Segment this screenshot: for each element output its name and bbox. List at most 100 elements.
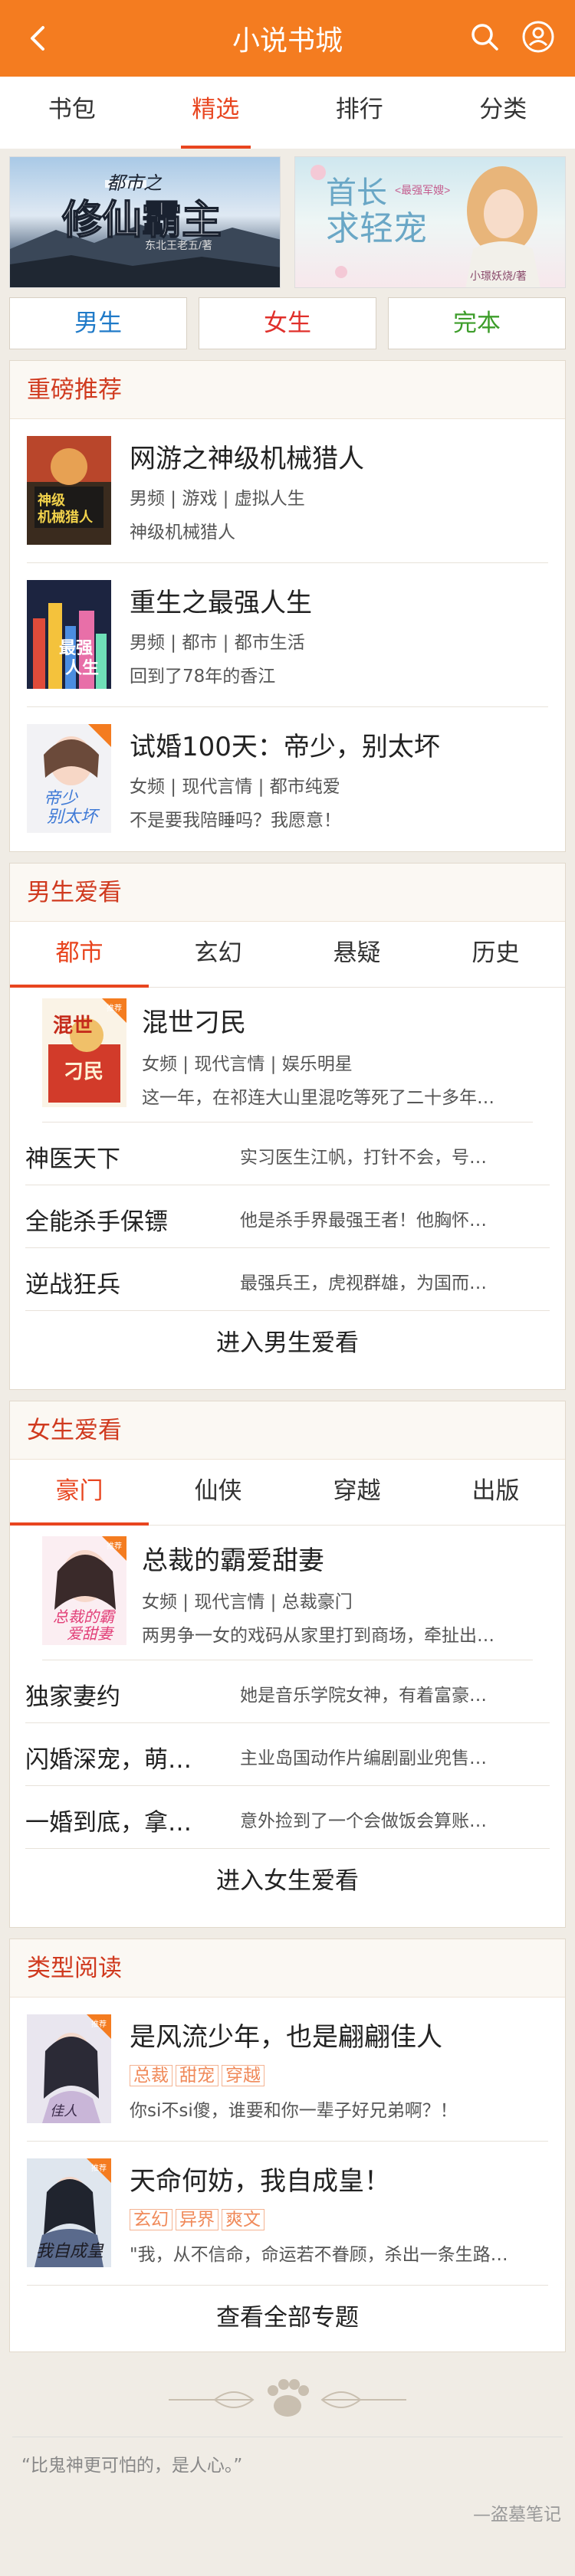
more-male-button[interactable]: 进入男生爱看 (10, 1311, 565, 1375)
recommend-badge: 推荐 (107, 1003, 122, 1013)
book-cover: 总裁的霸 爱甜妻 推荐 (42, 1536, 127, 1645)
book-title: 逆战狂兵 (25, 1271, 120, 1299)
book-tags: 总裁 甜宠 穿越 (130, 2060, 268, 2086)
list-item[interactable]: 全能杀手保镖 他是杀手界最强王者！他胸怀… (25, 1185, 550, 1248)
list-item[interactable]: 逆战狂兵 最强兵王，虎视群雄，为国而… (25, 1248, 550, 1311)
list-item[interactable]: 神级 机械猎人 网游之神级机械猎人 男频 | 游戏 | 虚拟人生 神级机械猎人 (27, 419, 548, 563)
svg-text:爱甜妻: 爱甜妻 (67, 1626, 115, 1643)
tab-dushi[interactable]: 都市 (10, 922, 149, 988)
tag[interactable]: 甜宠 (176, 2065, 219, 2086)
list-item[interactable]: 独家妻约 她是音乐学院女神，有着富豪… (25, 1660, 550, 1723)
book-desc: 最强兵王，虎视群雄，为国而… (240, 1273, 487, 1293)
svg-text:混世: 混世 (53, 1014, 93, 1037)
banner2-author: 小璟妖烧/著 (470, 270, 527, 282)
svg-text:我自成皇: 我自成皇 (36, 2241, 104, 2260)
female-genre-tabs: 豪门 仙侠 穿越 出版 (10, 1460, 565, 1526)
list-item[interactable]: 最强 人生 重生之最强人生 男频 | 都市 | 都市生活 回到了78年的香江 (27, 563, 548, 707)
tab-chuban[interactable]: 出版 (426, 1460, 565, 1525)
svg-text:最强: 最强 (59, 638, 93, 657)
female-section: 女生爱看 豪门 仙侠 穿越 出版 总裁的霸 爱甜妻 推荐 总裁的霸爱甜妻 女频 … (9, 1401, 566, 1928)
tab-featured[interactable]: 精选 (144, 77, 288, 149)
section-title: 类型阅读 (10, 1939, 565, 1998)
book-desc: 回到了78年的香江 (130, 667, 276, 687)
book-cover: 帝少 别太坏 (27, 724, 111, 833)
view-all-topics-button[interactable]: 查看全部专题 (10, 2286, 565, 2350)
svg-text:别太坏: 别太坏 (47, 807, 100, 826)
tab-category[interactable]: 分类 (432, 77, 575, 149)
book-cover: 最强 人生 (27, 580, 111, 689)
tab-xianxia[interactable]: 仙侠 (149, 1460, 288, 1525)
book-desc: 不是要我陪睡吗？我愿意！ (130, 811, 341, 831)
book-desc: 意外捡到了一个会做饭会算账… (240, 1811, 487, 1831)
tab-chuanyue[interactable]: 穿越 (288, 1460, 426, 1525)
recommend-badge: 推荐 (91, 2163, 107, 2173)
book-title: 试婚100天：帝少，别太坏 (130, 732, 440, 762)
banner-xiuxian[interactable]: 都市之 修仙霸主 东北王老五/著 (9, 156, 281, 288)
gender-filter: 男生 女生 完本 (9, 297, 566, 351)
user-icon[interactable] (521, 20, 555, 54)
list-item[interactable]: 一婚到底，拿… 意外捡到了一个会做饭会算账… (25, 1786, 550, 1849)
book-title: 混世刁民 (142, 1008, 246, 1038)
featured-book[interactable]: 混世 刁民 推荐 混世刁民 女频 | 现代言情 | 娱乐明星 这一年，在祁连大山… (42, 988, 533, 1122)
app-header: 小说书城 (0, 0, 575, 77)
footer-quote-author: —盗墓笔记 (473, 2505, 561, 2525)
recommend-badge: 推荐 (91, 2019, 107, 2029)
book-desc: 两男争一女的戏码从家里打到商场，牵扯出… (142, 1626, 495, 1646)
book-desc: 实习医生江帆，打针不会，号… (240, 1148, 487, 1168)
book-title: 闪婚深宠，萌… (25, 1746, 192, 1774)
book-desc: 你si不si傻，谁要和你一辈子好兄弟啊？！ (130, 2101, 458, 2121)
list-item[interactable]: 帝少 别太坏 试婚100天：帝少，别太坏 女频 | 现代言情 | 都市纯爱 不是… (27, 707, 548, 851)
search-icon[interactable] (469, 21, 500, 52)
tab-ranking[interactable]: 排行 (288, 77, 432, 149)
svg-text:神级: 神级 (38, 492, 66, 508)
list-item[interactable]: 佳人 推荐 是风流少年，也是翩翩佳人 总裁 甜宠 穿越 你si不si傻，谁要和你一辈… (27, 1998, 548, 2142)
tag[interactable]: 爽文 (222, 2209, 264, 2230)
tag[interactable]: 玄幻 (130, 2209, 172, 2230)
banner1-top: 都市之 (107, 173, 163, 194)
list-item[interactable]: 我自成皇 推荐 天命何妨，我自成皇！ 玄幻 异界 爽文 "我，从不信命，命运若不眷顾… (27, 2142, 548, 2286)
svg-text:机械猎人: 机械猎人 (38, 509, 94, 525)
svg-text:佳人: 佳人 (50, 2103, 77, 2119)
finished-button[interactable]: 完本 (388, 297, 566, 349)
tab-xuanhuan[interactable]: 玄幻 (149, 922, 288, 987)
banner-carousel: 都市之 修仙霸主 东北王老五/著 首长 <最强军嫂> 求轻宠 小璟妖烧/著 (9, 156, 566, 288)
book-title: 是风流少年，也是翩翩佳人 (130, 2022, 442, 2053)
tag[interactable]: 穿越 (222, 2065, 264, 2086)
banner-art: 都市之 修仙霸主 东北王老五/著 (10, 173, 280, 287)
book-desc: "我，从不信命，命运若不眷顾，杀出一条生路… (130, 2245, 508, 2265)
book-meta: 女频 | 现代言情 | 总裁豪门 (142, 1592, 353, 1612)
book-desc: 她是音乐学院女神，有着富豪… (240, 1686, 487, 1706)
svg-text:总裁的霸: 总裁的霸 (53, 1609, 116, 1626)
tab-lishi[interactable]: 历史 (426, 922, 565, 987)
main-nav: 书包 精选 排行 分类 (0, 77, 575, 149)
paw-divider-icon (169, 2379, 406, 2417)
book-cover: 我自成皇 推荐 (27, 2158, 111, 2267)
tab-xuanyi[interactable]: 悬疑 (288, 922, 426, 987)
footer-quote: “比鬼神更可怕的，是人心。” (21, 2456, 243, 2476)
svg-text:人生: 人生 (65, 658, 99, 677)
book-title: 神医天下 (25, 1145, 120, 1173)
type-read-section: 类型阅读 佳人 推荐 是风流少年，也是翩翩佳人 总裁 甜宠 穿越 你si不si傻，谁… (9, 1939, 566, 2352)
book-cover: 神级 机械猎人 (27, 436, 111, 545)
male-button[interactable]: 男生 (9, 297, 187, 349)
recommend-badge: 推荐 (107, 1541, 122, 1551)
banner2-main: 求轻宠 (326, 210, 427, 247)
section-title: 女生爱看 (10, 1401, 565, 1460)
more-female-button[interactable]: 进入女生爱看 (10, 1849, 565, 1913)
featured-book[interactable]: 总裁的霸 爱甜妻 推荐 总裁的霸爱甜妻 女频 | 现代言情 | 总裁豪门 两男争… (42, 1526, 533, 1660)
tag[interactable]: 异界 (176, 2209, 219, 2230)
list-item[interactable]: 神医天下 实习医生江帆，打针不会，号… (25, 1122, 550, 1185)
tab-bookshelf[interactable]: 书包 (0, 77, 144, 149)
book-title: 一婚到底，拿… (25, 1809, 192, 1837)
banner-art: 首长 <最强军嫂> 求轻宠 小璟妖烧/著 (310, 165, 540, 287)
tag[interactable]: 总裁 (130, 2065, 172, 2086)
banner-shouzhang[interactable]: 首长 <最强军嫂> 求轻宠 小璟妖烧/著 (294, 156, 566, 288)
list-item[interactable]: 闪婚深宠，萌… 主业岛国动作片编剧副业兜售… (25, 1723, 550, 1786)
female-button[interactable]: 女生 (199, 297, 376, 349)
book-desc: 主业岛国动作片编剧副业兜售… (240, 1748, 487, 1768)
tab-haomen[interactable]: 豪门 (10, 1460, 149, 1526)
book-desc: 神级机械猎人 (130, 523, 235, 542)
banner1-main: 修仙霸主 (62, 198, 222, 243)
book-desc: 他是杀手界最强王者！他胸怀… (240, 1211, 487, 1231)
book-tags: 玄幻 异界 爽文 (130, 2204, 268, 2230)
